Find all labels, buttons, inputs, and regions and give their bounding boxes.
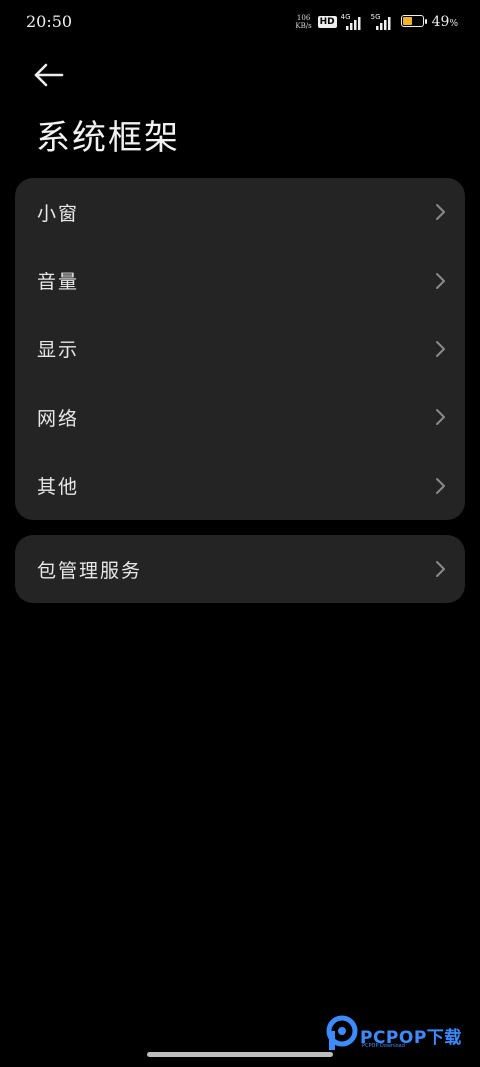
settings-screen: 20:50 106 KB/s HD 4G 5G 49% 系统框架 小窗 音量 显… — [0, 0, 480, 1067]
network-speed: 106 KB/s — [293, 14, 315, 30]
arrow-left-icon — [34, 63, 64, 87]
settings-item-label: 网络 — [37, 407, 80, 430]
settings-item-label: 小窗 — [37, 202, 80, 225]
chevron-right-icon — [436, 477, 445, 494]
status-icons: 106 KB/s HD 4G 5G 49% — [293, 12, 458, 32]
settings-item-label: 音量 — [37, 271, 80, 294]
chevron-right-icon — [436, 340, 445, 357]
status-bar: 20:50 106 KB/s HD 4G 5G 49% — [0, 0, 480, 44]
watermark-sub: PCPOP Download — [362, 1043, 405, 1049]
settings-item-display[interactable]: 显示 — [15, 315, 465, 383]
signal-5g-icon: 5G — [371, 13, 395, 30]
page-title: 系统框架 — [36, 118, 180, 158]
battery-percent: 49% — [431, 14, 458, 30]
chevron-right-icon — [436, 204, 445, 221]
status-time: 20:50 — [26, 12, 73, 31]
settings-group-secondary: 包管理服务 — [15, 535, 465, 603]
settings-item-label: 包管理服务 — [37, 559, 143, 582]
settings-item-label: 其他 — [37, 476, 80, 499]
signal-bars-icon — [375, 17, 391, 30]
settings-item-volume[interactable]: 音量 — [15, 246, 465, 314]
hd-voice-icon: HD — [317, 16, 337, 28]
chevron-right-icon — [436, 272, 445, 289]
settings-item-network[interactable]: 网络 — [15, 383, 465, 451]
watermark-logo: PCPOP下载 PCPOP Download — [326, 1015, 476, 1055]
battery-level-fill — [402, 17, 412, 25]
chevron-right-icon — [436, 561, 445, 577]
settings-group-main: 小窗 音量 显示 网络 其他 — [15, 178, 465, 520]
pcpop-logo-icon — [326, 1015, 358, 1050]
home-indicator[interactable] — [147, 1052, 333, 1057]
settings-item-small-window[interactable]: 小窗 — [15, 178, 465, 246]
settings-item-other[interactable]: 其他 — [15, 452, 465, 520]
network-speed-unit: KB/s — [295, 22, 312, 30]
chevron-right-icon — [436, 409, 445, 426]
network-speed-value: 106 — [296, 14, 311, 22]
battery-icon — [400, 15, 429, 29]
back-button[interactable] — [30, 58, 66, 92]
settings-item-package-manager[interactable]: 包管理服务 — [15, 535, 465, 603]
signal-bars-icon — [345, 17, 361, 30]
settings-item-label: 显示 — [37, 339, 80, 362]
signal-4g-icon: 4G — [341, 13, 365, 30]
